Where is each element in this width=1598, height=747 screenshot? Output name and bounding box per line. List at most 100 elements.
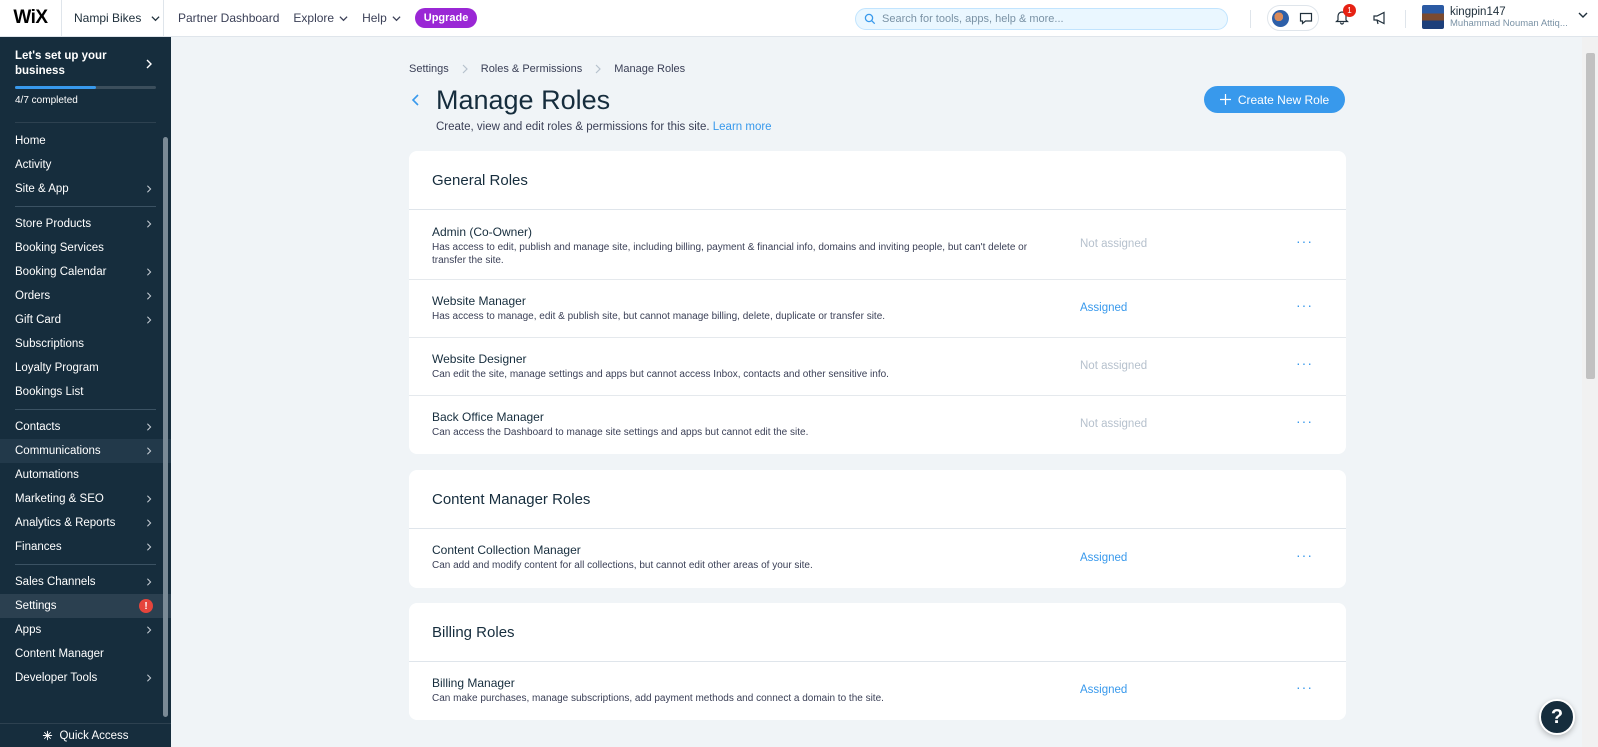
top-bar: WiX Nampi Bikes Partner Dashboard Explor…: [0, 0, 1598, 37]
page-scrollbar[interactable]: [1582, 37, 1598, 747]
more-actions-icon[interactable]: ···: [1296, 233, 1313, 249]
sidebar-item-contacts[interactable]: Contacts: [0, 415, 171, 439]
sidebar-item-finances[interactable]: Finances: [0, 535, 171, 559]
chevron-right-icon: [147, 292, 152, 300]
upgrade-button[interactable]: Upgrade: [414, 8, 478, 28]
sidebar-item-activity[interactable]: Activity: [0, 153, 171, 177]
sidebar-scrollbar[interactable]: [163, 137, 168, 717]
role-row[interactable]: Admin (Co-Owner) Has access to edit, publ…: [409, 210, 1346, 280]
quick-access-label: Quick Access: [59, 729, 129, 742]
sidebar-item-marketing-seo[interactable]: Marketing & SEO: [0, 487, 171, 511]
section-title: General Roles: [409, 151, 1346, 210]
user-full-name: Muhammad Nouman Attiq...: [1450, 17, 1568, 29]
role-row[interactable]: Billing Manager Can make purchases, manag…: [409, 662, 1346, 720]
plus-icon: [1219, 94, 1231, 105]
role-row[interactable]: Website Designer Can edit the site, manag…: [409, 338, 1346, 396]
breadcrumb-roles-permissions[interactable]: Roles & Permissions: [481, 63, 582, 75]
sidebar-item-settings[interactable]: Settings!: [0, 594, 171, 618]
sidebar-item-booking-calendar[interactable]: Booking Calendar: [0, 260, 171, 284]
sidebar-item-label: Loyalty Program: [15, 362, 99, 374]
sidebar-item-automations[interactable]: Automations: [0, 463, 171, 487]
sidebar-item-label: Subscriptions: [15, 338, 85, 350]
sidebar-item-apps[interactable]: Apps: [0, 618, 171, 642]
chat-button[interactable]: [1267, 5, 1319, 31]
site-switcher[interactable]: Nampi Bikes: [62, 0, 164, 37]
more-actions-icon[interactable]: ···: [1296, 547, 1313, 563]
role-row[interactable]: Content Collection Manager Can add and mo…: [409, 529, 1346, 588]
partner-dashboard-link[interactable]: Partner Dashboard: [178, 11, 279, 25]
section-title: Content Manager Roles: [409, 470, 1346, 529]
explore-label: Explore: [293, 11, 335, 25]
sidebar-item-communications[interactable]: Communications: [0, 439, 171, 463]
sidebar-item-subscriptions[interactable]: Subscriptions: [0, 332, 171, 356]
sidebar-item-label: Bookings List: [15, 386, 84, 398]
explore-menu[interactable]: Explore: [293, 11, 348, 25]
setup-progress-fill: [15, 86, 96, 89]
top-icons: [1267, 5, 1319, 31]
page-subtitle: Create, view and edit roles & permission…: [436, 121, 772, 133]
role-status[interactable]: Assigned: [1080, 552, 1127, 564]
more-actions-icon[interactable]: ···: [1296, 679, 1313, 695]
search-icon: [864, 13, 876, 25]
scrollbar-thumb[interactable]: [1586, 53, 1595, 379]
role-name: Content Collection Manager: [432, 543, 581, 557]
sidebar-item-home[interactable]: Home: [0, 129, 171, 153]
role-row[interactable]: Website Manager Has access to manage, edi…: [409, 280, 1346, 338]
sidebar-item-booking-services[interactable]: Booking Services: [0, 236, 171, 260]
sidebar-item-loyalty-program[interactable]: Loyalty Program: [0, 356, 171, 380]
chat-icon: [1299, 12, 1313, 25]
sidebar-item-label: Automations: [15, 469, 79, 481]
more-actions-icon[interactable]: ···: [1296, 355, 1313, 371]
chevron-right-icon: [147, 220, 152, 228]
sidebar-item-bookings-list[interactable]: Bookings List: [0, 380, 171, 404]
sidebar-item-label: Activity: [15, 159, 52, 171]
divider: [15, 409, 156, 410]
role-status[interactable]: Assigned: [1080, 302, 1127, 314]
role-description: Can access the Dashboard to manage site …: [432, 427, 809, 438]
sidebar-item-orders[interactable]: Orders: [0, 284, 171, 308]
chevron-down-icon: [151, 15, 160, 21]
quick-access-button[interactable]: Quick Access: [0, 723, 171, 747]
sidebar-item-label: Orders: [15, 290, 51, 302]
setup-count: 4/7 completed: [15, 95, 78, 106]
chevron-right-icon: [147, 519, 152, 527]
breadcrumb-settings[interactable]: Settings: [409, 63, 449, 75]
back-arrow-icon[interactable]: [411, 93, 421, 107]
wix-logo[interactable]: WiX: [0, 0, 62, 37]
create-new-role-label: Create New Role: [1237, 92, 1330, 107]
chevron-right-icon: [147, 674, 152, 682]
role-row[interactable]: Back Office Manager Can access the Dashbo…: [409, 396, 1346, 454]
divider: [15, 122, 156, 123]
role-description: Can edit the site, manage settings and a…: [432, 369, 889, 380]
chevron-down-icon[interactable]: [1578, 10, 1588, 20]
megaphone-icon[interactable]: [1372, 10, 1388, 26]
role-section-card: Billing Roles Billing Manager Can make pur…: [409, 603, 1346, 720]
avatar: [1272, 9, 1289, 27]
sidebar-item-analytics-reports[interactable]: Analytics & Reports: [0, 511, 171, 535]
search-input[interactable]: Search for tools, apps, help & more...: [855, 8, 1228, 30]
help-button[interactable]: ?: [1539, 699, 1575, 735]
learn-more-link[interactable]: Learn more: [713, 121, 772, 133]
sidebar-item-label: Booking Services: [15, 242, 104, 254]
sidebar-item-label: Booking Calendar: [15, 266, 107, 278]
create-new-role-button[interactable]: Create New Role: [1204, 86, 1345, 113]
sidebar-item-site-app[interactable]: Site & App: [0, 177, 171, 201]
sidebar-item-store-products[interactable]: Store Products: [0, 212, 171, 236]
more-actions-icon[interactable]: ···: [1296, 413, 1313, 429]
sidebar-item-developer-tools[interactable]: Developer Tools: [0, 666, 171, 690]
role-description: Has access to edit, publish and manage s…: [432, 242, 1028, 266]
help-menu[interactable]: Help: [362, 11, 401, 25]
user-menu[interactable]: kingpin147 Muhammad Nouman Attiq...: [1422, 5, 1568, 29]
setup-widget[interactable]: Let's set up your business 4/7 completed: [0, 37, 171, 122]
sidebar-item-label: Settings: [15, 600, 57, 612]
sidebar-item-sales-channels[interactable]: Sales Channels: [0, 570, 171, 594]
sidebar-item-gift-card[interactable]: Gift Card: [0, 308, 171, 332]
chevron-right-icon: [147, 423, 152, 431]
help-label: Help: [362, 11, 387, 25]
role-status[interactable]: Assigned: [1080, 684, 1127, 696]
chevron-down-icon: [339, 15, 348, 21]
user-name: kingpin147: [1450, 5, 1506, 18]
more-actions-icon[interactable]: ···: [1296, 297, 1313, 313]
sidebar-item-content-manager[interactable]: Content Manager: [0, 642, 171, 666]
sidebar-item-label: Finances: [15, 541, 62, 553]
